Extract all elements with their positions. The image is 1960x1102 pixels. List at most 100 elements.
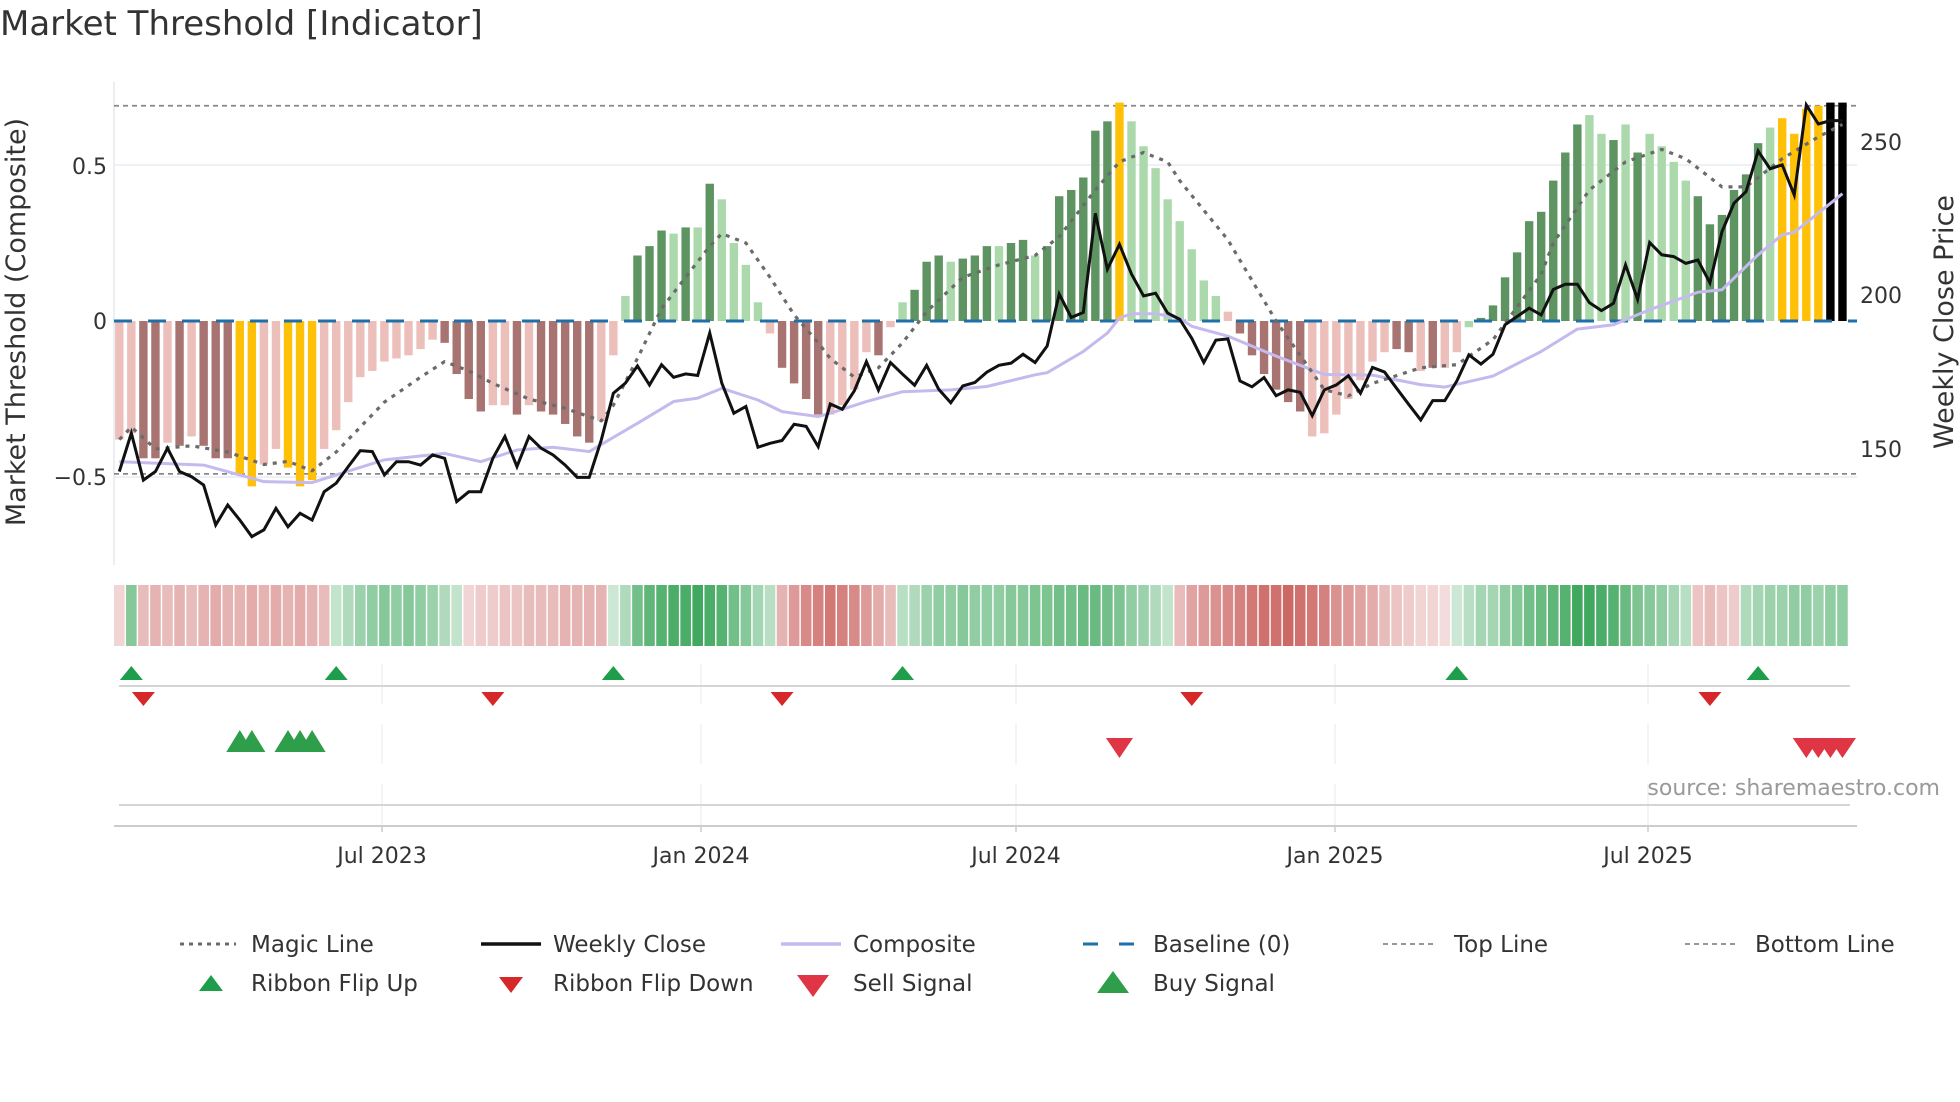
composite-bar (729, 243, 739, 321)
ribbon-cell (1234, 585, 1246, 646)
ribbon-cell (1198, 585, 1210, 646)
ribbon-flip-up-marker (1746, 666, 1770, 680)
composite-bar (826, 321, 835, 415)
composite-bar (319, 321, 329, 449)
ribbon-cell (1728, 585, 1740, 646)
ribbon-cell (716, 585, 728, 646)
composite-bar (862, 321, 871, 353)
ribbon-cell (1174, 585, 1185, 646)
composite-bar (1585, 115, 1594, 321)
ribbon-cell (1029, 585, 1041, 646)
ribbon-cell (957, 585, 969, 646)
composite-bar (1259, 321, 1269, 375)
ribbon-cell (1560, 585, 1571, 646)
ribbon-cell (1053, 585, 1065, 646)
ribbon-cell (1511, 585, 1523, 646)
composite-bar (1440, 321, 1449, 368)
ribbon-cell (812, 585, 824, 646)
legend-label: Weekly Close (553, 932, 706, 958)
ribbon-cell (559, 585, 571, 646)
ribbon-cell (198, 585, 209, 646)
x-tick-label: Jan 2024 (651, 844, 750, 869)
ribbon-cell (246, 585, 258, 646)
ribbon-cell (800, 585, 812, 646)
legend-label: Baseline (0) (1153, 932, 1290, 958)
composite-bars (114, 102, 1857, 487)
ribbon-flip-up-marker (119, 666, 143, 680)
composite-bar (814, 321, 823, 415)
y-axis-title: Market Threshold (Composite) (1, 118, 32, 526)
ribbon-cell (1475, 585, 1487, 646)
ribbon-cell (535, 585, 547, 646)
ribbon-cell (933, 585, 944, 646)
ribbon-cell (1078, 585, 1089, 646)
legend-item-composite: Composite (781, 932, 976, 958)
ribbon-cell (1680, 585, 1692, 646)
ribbon-cell (162, 585, 173, 646)
ribbon-cell (1005, 585, 1017, 646)
legend-item-top-line: Top Line (1383, 932, 1548, 958)
ribbon-cell (475, 585, 487, 646)
composite-bar (1416, 321, 1425, 371)
ribbon-cell (1704, 585, 1716, 646)
composite-bar (271, 321, 281, 449)
composite-bar (717, 199, 726, 321)
composite-bar (1115, 102, 1124, 321)
legend-label: Bottom Line (1755, 932, 1895, 958)
ribbon-cell (511, 585, 523, 646)
ribbon-cell (632, 585, 643, 646)
composite-bar (416, 321, 425, 350)
ribbon-cell (1065, 585, 1077, 646)
ribbon-cell (126, 585, 137, 646)
composite-bar (1765, 127, 1775, 321)
ribbon-flip-up-marker (601, 666, 625, 680)
composite-bar (307, 321, 317, 481)
ribbon-cell (1764, 585, 1776, 646)
composite-bar (380, 321, 389, 362)
composite-bar (1778, 118, 1787, 321)
composite-bar (1826, 102, 1835, 321)
ribbon-cell (752, 585, 764, 646)
composite-bar (151, 321, 160, 459)
ribbon-cell (1306, 585, 1318, 646)
legend-item-ribbon-flip-up: Ribbon Flip Up (199, 971, 418, 997)
ribbon-cell (1186, 585, 1198, 646)
ribbon-flip-down-marker (481, 692, 505, 706)
composite-bar (1211, 296, 1221, 321)
ribbon-cell (439, 585, 450, 646)
ribbon-cell (1415, 585, 1426, 646)
composite-bar (753, 302, 763, 321)
composite-bar (874, 321, 883, 356)
y2-tick-label: 250 (1860, 131, 1902, 156)
composite-bar (1223, 311, 1233, 321)
ribbon-cell (837, 585, 848, 646)
ribbon-cell (692, 585, 703, 646)
composite-bar (898, 302, 907, 321)
composite-bar (235, 321, 244, 474)
ribbon-cell (704, 585, 716, 646)
composite-bar (1428, 321, 1437, 368)
ribbon-cell (1391, 585, 1402, 646)
composite-bar (1320, 321, 1329, 434)
ribbon-cell (1331, 585, 1342, 646)
ribbon-cell (1403, 585, 1414, 646)
composite-bar (1512, 252, 1522, 321)
composite-bar (573, 321, 582, 437)
composite-bar (1247, 321, 1257, 356)
composite-bar (1380, 321, 1389, 353)
ribbon-cell (1017, 585, 1029, 646)
ribbon-cell (1535, 585, 1547, 646)
composite-bar (1368, 321, 1377, 362)
ribbon-cell (547, 585, 559, 646)
composite-bar (1404, 321, 1413, 353)
ribbon-cell (379, 585, 390, 646)
composite-bar (344, 321, 353, 403)
composite-bar (1452, 321, 1462, 353)
composite-bar (223, 321, 232, 459)
ribbon-cell (114, 585, 125, 646)
composite-bar (1573, 124, 1582, 321)
ribbon-cell (1644, 585, 1655, 646)
ribbon-cell (1632, 585, 1643, 646)
composite-bar (1753, 143, 1763, 321)
ribbon-cell (668, 585, 679, 646)
